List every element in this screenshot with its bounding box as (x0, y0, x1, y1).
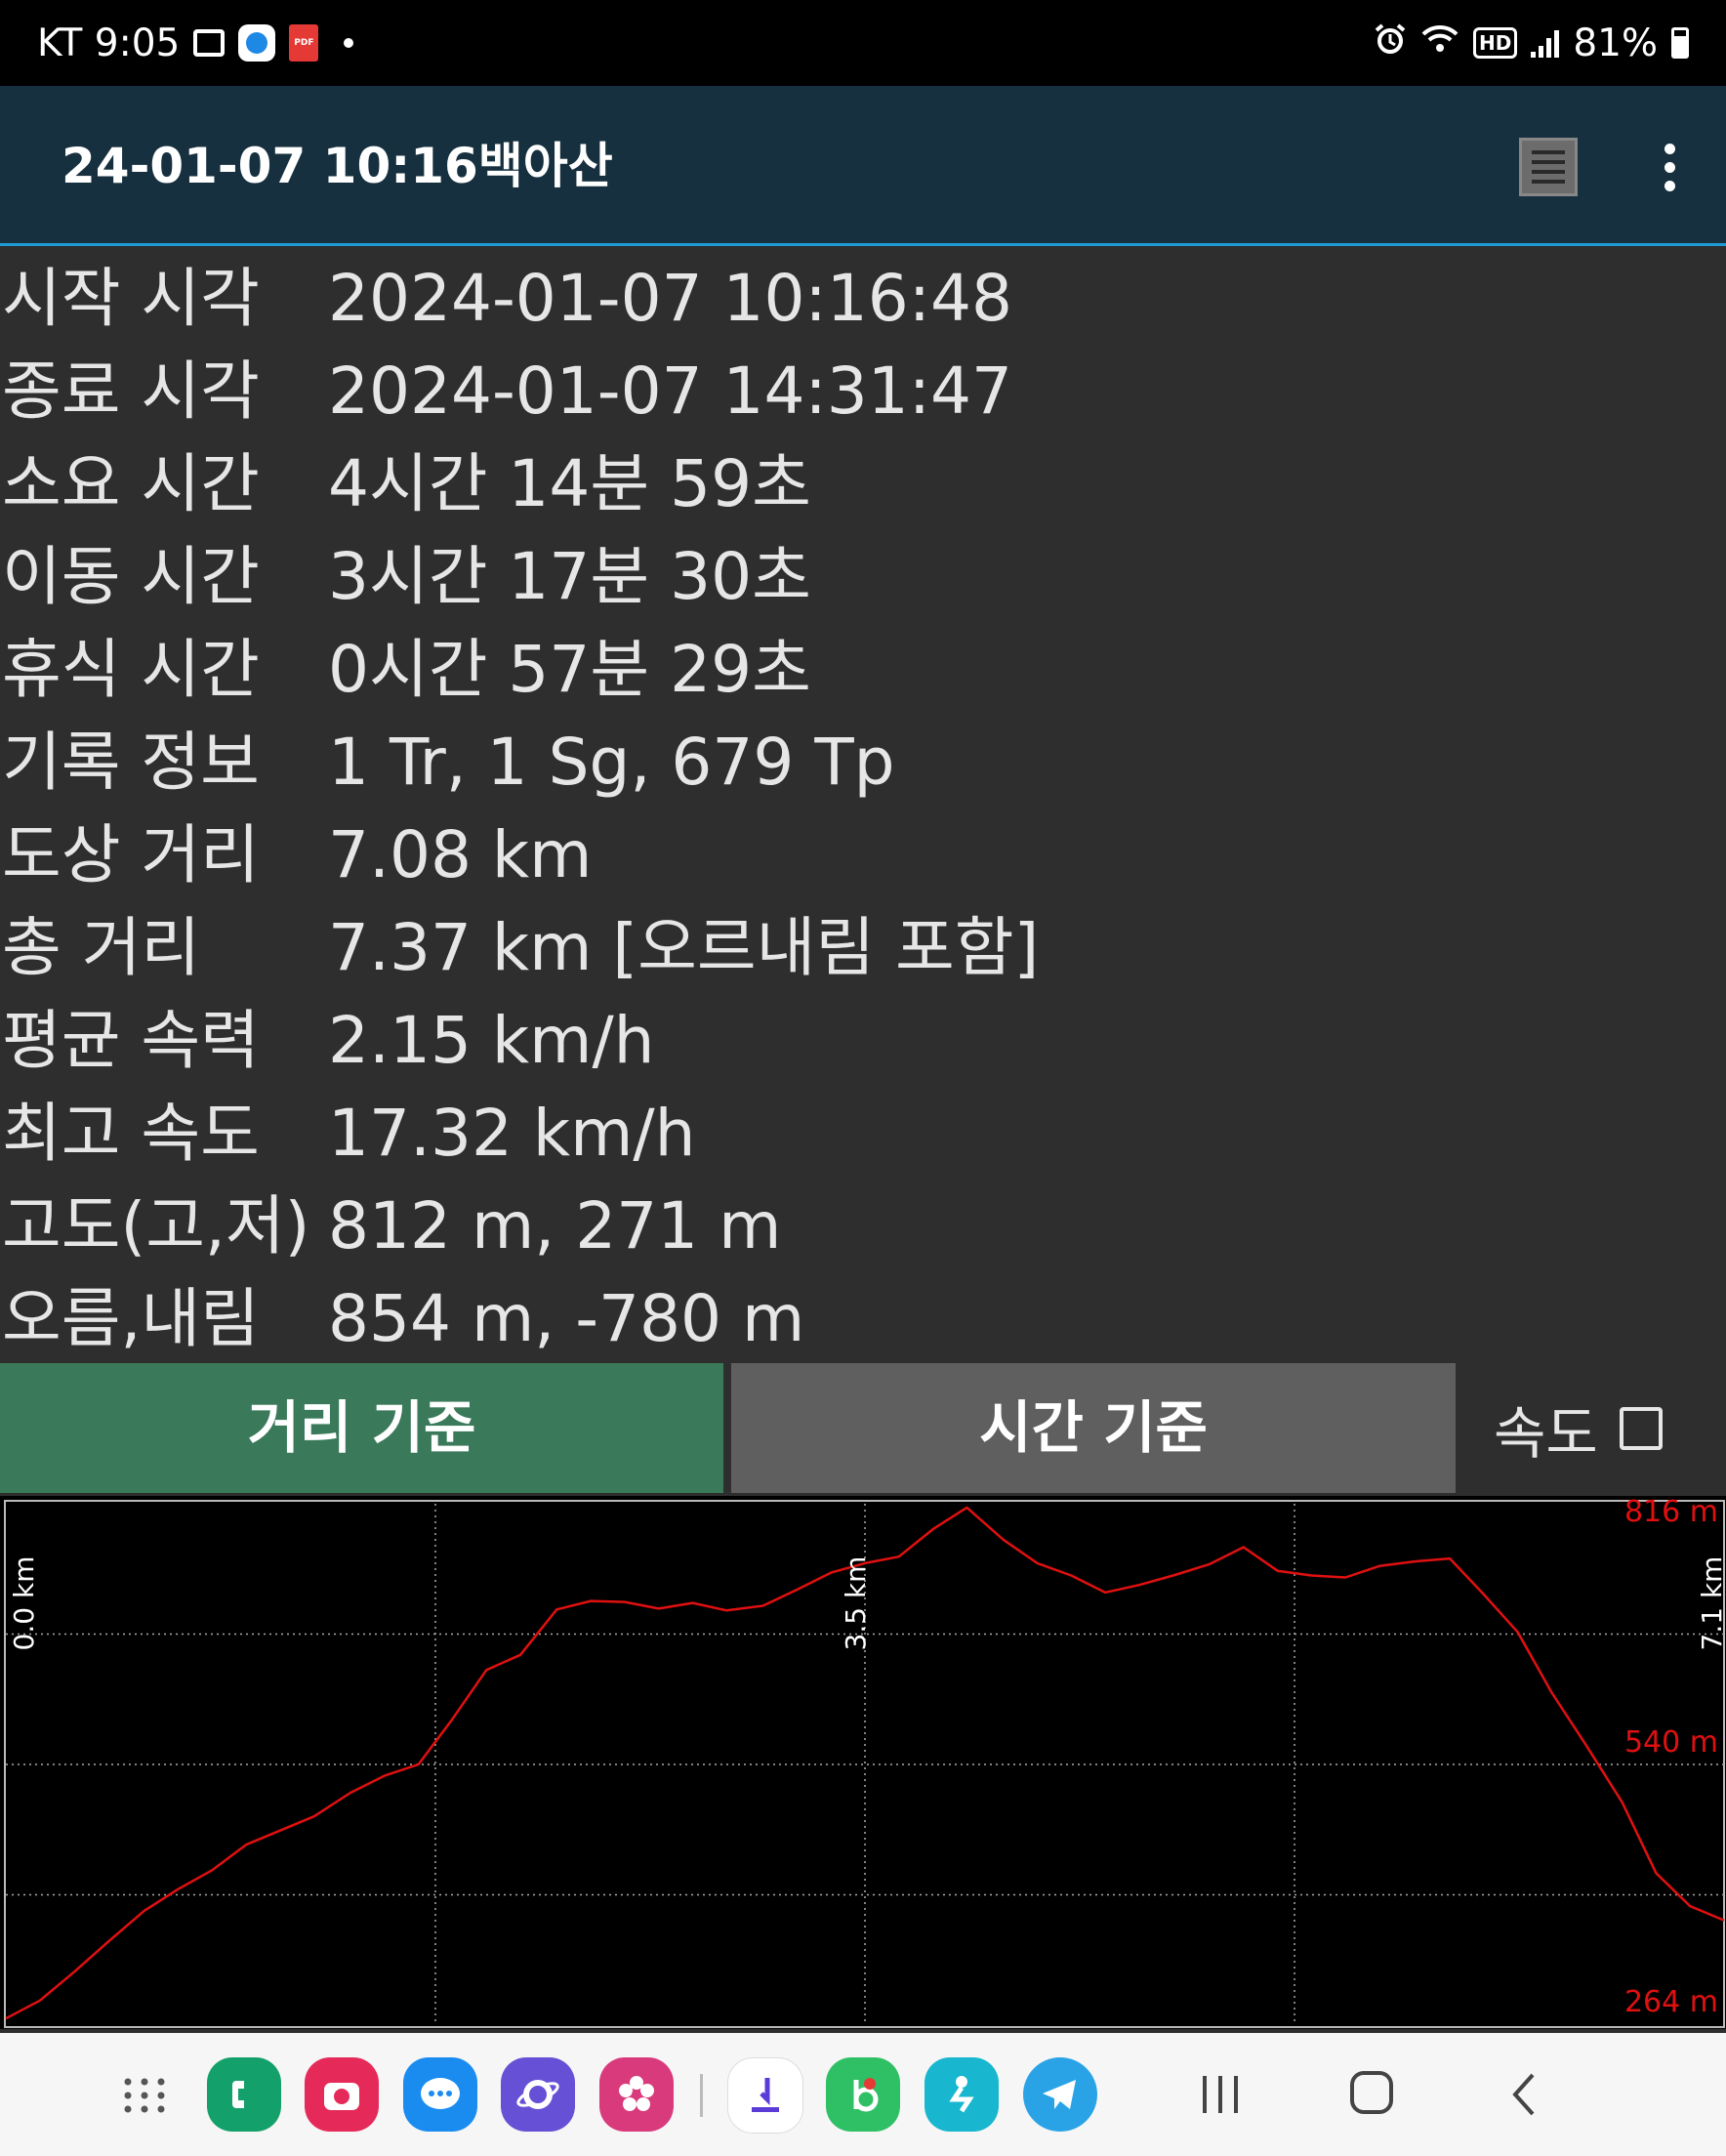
gallery-icon (193, 29, 226, 57)
info-label: 최고 속도 (2, 1096, 260, 1171)
download-icon[interactable] (727, 2057, 803, 2134)
info-value: 854 m, -780 m (328, 1281, 805, 1356)
info-label: 평균 속력 (2, 1003, 260, 1078)
info-value: 1 Tr, 1 Sg, 679 Tp (328, 725, 895, 800)
phone-icon[interactable] (207, 2057, 281, 2132)
info-value: 2024-01-07 10:16:48 (328, 261, 1012, 336)
y-tick-label: 264 m (1624, 1985, 1718, 2019)
info-label: 이동 시간 (2, 539, 260, 614)
info-row-rest-time: 휴식 시간 0시간 57분 29초 (0, 623, 1726, 716)
carrier-time: KT 9:05 (37, 21, 181, 65)
app-bar: 24-01-07 10:16백아산 (0, 86, 1726, 246)
app-drawer-icon[interactable] (107, 2057, 182, 2132)
battery-text: 81% (1573, 21, 1658, 65)
blossom-icon[interactable] (599, 2057, 674, 2132)
tab-time-based[interactable]: 시간 기준 (731, 1363, 1456, 1493)
info-row-ascent-descent: 오름,내림 854 m, -780 m (0, 1272, 1726, 1365)
camera-icon[interactable] (305, 2057, 379, 2132)
back-button[interactable] (1505, 2070, 1544, 2119)
info-label: 기록 정보 (2, 725, 260, 800)
x-tick-label: 0.0 km (8, 1556, 40, 1651)
internet-icon[interactable] (501, 2057, 575, 2132)
signal-icon (1531, 28, 1560, 58)
app-icon (238, 24, 276, 62)
info-label: 오름,내림 (2, 1281, 260, 1356)
info-value: 3시간 17분 30초 (328, 539, 811, 614)
elevation-chart[interactable]: 816 m 540 m 264 m 0.0 km 3.5 km 7.1 km (0, 1496, 1726, 2029)
info-label: 총 거리 (2, 910, 201, 985)
info-value: 0시간 57분 29초 (328, 632, 811, 707)
info-row-record-info: 기록 정보 1 Tr, 1 Sg, 679 Tp (0, 716, 1726, 808)
info-label: 종료 시각 (2, 353, 260, 429)
info-label: 도상 거리 (2, 817, 260, 892)
page-title: 24-01-07 10:16백아산 (62, 138, 613, 194)
tab-distance-based[interactable]: 거리 기준 (0, 1363, 723, 1493)
info-row-total-distance: 총 거리 7.37 km [오르내림 포함] (0, 901, 1726, 994)
info-value: 2.15 km/h (328, 1003, 655, 1078)
info-row-map-distance: 도상 거리 7.08 km (0, 808, 1726, 901)
messages-icon[interactable] (403, 2057, 477, 2132)
info-value: 2024-01-07 14:31:47 (328, 353, 1012, 429)
more-options-button[interactable] (1650, 135, 1689, 199)
alarm-icon (1374, 21, 1407, 65)
navigation-bar (0, 2033, 1726, 2156)
y-tick-label: 540 m (1624, 1725, 1718, 1760)
y-tick-label: 816 m (1624, 1496, 1718, 1529)
elevation-chart-svg: 816 m 540 m 264 m 0.0 km 3.5 km 7.1 km (4, 1496, 1726, 2028)
info-value: 812 m, 271 m (328, 1188, 782, 1264)
info-value: 17.32 km/h (328, 1096, 696, 1171)
x-tick-label: 7.1 km (1696, 1556, 1726, 1651)
telegram-icon[interactable] (1023, 2057, 1097, 2132)
info-value: 7.08 km (328, 817, 593, 892)
wifi-icon (1420, 21, 1459, 65)
status-bar: KT 9:05 PDF HD 81% (0, 0, 1726, 86)
tracker-icon[interactable] (925, 2057, 999, 2132)
x-tick-label: 3.5 km (840, 1556, 872, 1651)
info-label: 시작 시각 (2, 261, 260, 336)
speed-label: 속도 (1494, 1399, 1598, 1467)
dot-icon (344, 38, 354, 48)
info-label: 휴식 시간 (2, 632, 260, 707)
divider (700, 2074, 703, 2117)
info-row-start-time: 시작 시각 2024-01-07 10:16:48 (0, 252, 1726, 345)
info-row-altitude: 고도(고,저) 812 m, 271 m (0, 1180, 1726, 1272)
info-value: 7.37 km [오르내림 포함] (328, 910, 1040, 985)
recents-button[interactable] (1191, 2072, 1250, 2117)
info-row-elapsed-time: 소요 시간 4시간 14분 59초 (0, 437, 1726, 530)
battery-icon (1671, 27, 1689, 59)
info-row-max-speed: 최고 속도 17.32 km/h (0, 1087, 1726, 1180)
pdf-icon: PDF (289, 24, 319, 62)
speed-checkbox[interactable] (1619, 1406, 1663, 1450)
hd-icon: HD (1472, 27, 1518, 59)
info-label: 고도(고,저) (2, 1188, 310, 1264)
info-row-moving-time: 이동 시간 3시간 17분 30초 (0, 530, 1726, 623)
list-view-button[interactable] (1519, 138, 1578, 196)
speed-toggle[interactable]: 속도 (1494, 1363, 1663, 1493)
info-row-end-time: 종료 시각 2024-01-07 14:31:47 (0, 345, 1726, 437)
info-row-average-speed: 평균 속력 2.15 km/h (0, 994, 1726, 1087)
home-button[interactable] (1347, 2068, 1396, 2117)
info-value: 4시간 14분 59초 (328, 446, 811, 521)
b-app-icon[interactable] (826, 2057, 900, 2132)
info-label: 소요 시간 (2, 446, 260, 521)
